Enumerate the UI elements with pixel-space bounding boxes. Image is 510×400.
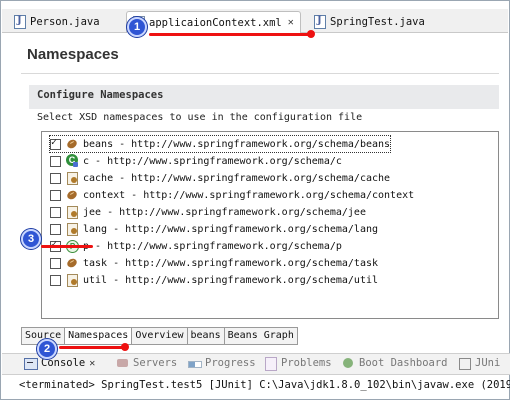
view-tab-bar: Console ✕ Servers Progress Problems Boot…	[2, 353, 510, 375]
namespace-checkbox[interactable]	[50, 206, 61, 218]
namespace-checkbox[interactable]	[50, 257, 61, 269]
java-file-icon	[314, 15, 326, 29]
tab-applicaioncontext-xml[interactable]: applicaionContext.xml ✕	[126, 11, 301, 33]
boot-dashboard-icon	[342, 357, 355, 369]
tab-servers[interactable]: Servers	[116, 357, 177, 369]
tab-label: Progress	[205, 357, 256, 369]
eclipse-window: Person.java applicaionContext.xml ✕ Spri…	[0, 0, 510, 400]
namespace-label: context - http://www.springframework.org…	[83, 189, 415, 201]
tab-progress[interactable]: Progress	[188, 357, 256, 369]
bean-icon	[65, 137, 79, 151]
console-status-line: <terminated> SpringTest.test5 [JUnit] C:…	[19, 379, 510, 391]
annotation-underline-2	[59, 346, 125, 349]
namespace-item-c[interactable]: c - http://www.springframework.org/schem…	[50, 153, 342, 169]
bean-icon	[65, 188, 79, 202]
progress-icon	[188, 357, 202, 369]
instruction-text: Select XSD namespaces to use in the conf…	[37, 112, 363, 123]
tab-label: Problems	[281, 357, 332, 369]
tab-console[interactable]: Console ✕	[24, 357, 95, 370]
editor-tab-bar: Person.java applicaionContext.xml ✕ Spri…	[2, 9, 508, 33]
annotation-dot-1	[307, 30, 315, 38]
doc-bean-icon	[65, 222, 79, 236]
annotation-dot-2	[121, 343, 129, 351]
namespace-checkbox[interactable]	[50, 223, 61, 235]
tab-beans-graph[interactable]: Beans Graph	[224, 327, 298, 345]
tab-label: Boot Dashboard	[359, 357, 448, 369]
close-icon[interactable]: ✕	[288, 17, 294, 28]
annotation-underline-3	[41, 245, 93, 248]
namespace-list[interactable]: beans - http://www.springframework.org/s…	[41, 131, 499, 319]
namespace-checkbox[interactable]	[50, 274, 61, 286]
namespace-item-util[interactable]: util - http://www.springframework.org/sc…	[50, 272, 378, 288]
namespace-label: lang - http://www.springframework.org/sc…	[83, 223, 379, 235]
annotation-badge-3: 3	[21, 229, 41, 249]
namespace-checkbox[interactable]	[50, 155, 61, 167]
java-file-icon	[14, 15, 26, 29]
namespace-item-p[interactable]: p - http://www.springframework.org/schem…	[50, 238, 342, 254]
annotation-underline-1	[149, 33, 311, 36]
section-header: Configure Namespaces	[29, 85, 499, 109]
namespace-checkbox[interactable]	[50, 189, 61, 201]
namespace-item-cache[interactable]: cache - http://www.springframework.org/s…	[50, 170, 390, 186]
servers-icon	[116, 357, 129, 369]
tab-person-java[interactable]: Person.java	[8, 11, 106, 33]
close-icon[interactable]: ✕	[89, 358, 95, 369]
namespace-checkbox[interactable]	[50, 137, 61, 150]
tab-beans[interactable]: beans	[187, 327, 225, 345]
tab-label: Servers	[133, 357, 178, 369]
tab-overview[interactable]: Overview	[132, 327, 188, 345]
tab-boot-dashboard[interactable]: Boot Dashboard	[342, 357, 448, 369]
namespace-item-beans[interactable]: beans - http://www.springframework.org/s…	[48, 135, 392, 153]
doc-bean-icon	[65, 205, 79, 219]
namespace-label: beans - http://www.springframework.org/s…	[83, 138, 391, 150]
tab-label: SpringTest.java	[330, 16, 425, 28]
tab-problems[interactable]: Problems	[264, 357, 332, 371]
namespace-item-lang[interactable]: lang - http://www.springframework.org/sc…	[50, 221, 378, 237]
namespace-label: task - http://www.springframework.org/sc…	[83, 257, 379, 269]
bean-icon	[65, 256, 79, 270]
namespace-item-task[interactable]: task - http://www.springframework.org/sc…	[50, 255, 378, 271]
c-namespace-icon	[65, 154, 79, 168]
tab-label: Person.java	[30, 16, 100, 28]
doc-bean-icon	[65, 171, 79, 185]
annotation-badge-2: 2	[37, 339, 57, 359]
doc-bean-icon	[65, 273, 79, 287]
annotation-badge-1: 1	[127, 17, 147, 37]
namespace-label: util - http://www.springframework.org/sc…	[83, 274, 379, 286]
tab-springtest-java[interactable]: SpringTest.java	[308, 11, 431, 33]
console-icon	[24, 357, 38, 370]
tab-junit[interactable]: JUni	[458, 357, 501, 370]
tab-label: JUni	[475, 357, 501, 369]
title-divider	[21, 73, 499, 74]
page-title: Namespaces	[27, 46, 119, 63]
namespace-item-jee[interactable]: jee - http://www.springframework.org/sch…	[50, 204, 366, 220]
namespace-checkbox[interactable]	[50, 172, 61, 184]
namespace-label: jee - http://www.springframework.org/sch…	[83, 206, 366, 218]
section-title: Configure Namespaces	[37, 89, 164, 101]
namespace-label: cache - http://www.springframework.org/s…	[83, 172, 391, 184]
namespace-label: c - http://www.springframework.org/schem…	[83, 155, 342, 167]
editor-page-tabs: Source Namespaces Overview beans Beans G…	[21, 327, 298, 345]
tab-label: applicaionContext.xml	[149, 16, 282, 29]
namespace-label: p - http://www.springframework.org/schem…	[83, 240, 342, 252]
tab-namespaces[interactable]: Namespaces	[65, 327, 133, 345]
junit-icon	[458, 357, 471, 370]
problems-icon	[264, 357, 277, 371]
namespace-item-context[interactable]: context - http://www.springframework.org…	[50, 187, 414, 203]
